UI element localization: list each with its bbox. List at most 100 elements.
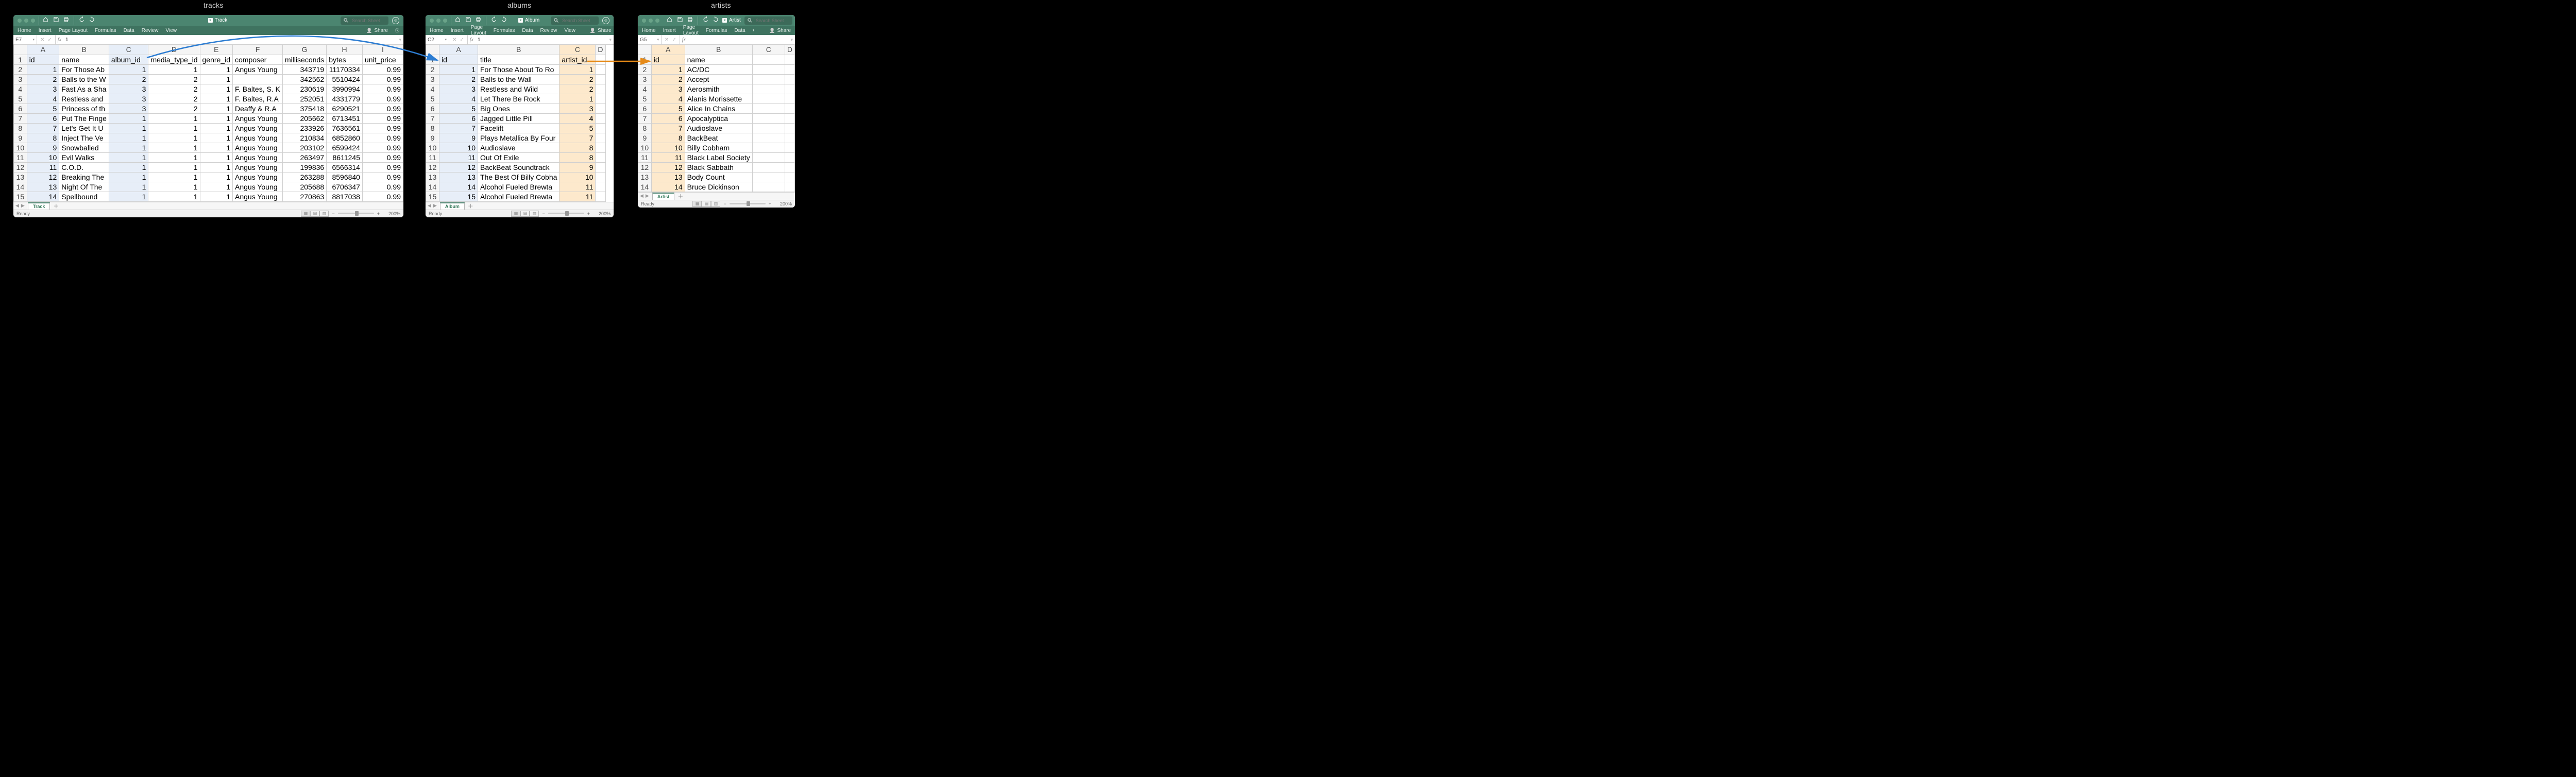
cancel-entry-icon[interactable]: ✕ [40, 37, 44, 43]
cell-C5[interactable]: 3 [109, 94, 148, 103]
cell-C11[interactable]: 1 [109, 152, 148, 162]
cell-A11[interactable]: 10 [27, 152, 59, 162]
cell-header-B[interactable]: name [685, 55, 752, 64]
zoom-in-button[interactable]: + [587, 211, 590, 216]
cell-C14[interactable]: 11 [560, 182, 596, 192]
cell-A5[interactable]: 4 [439, 94, 478, 103]
row-header-7[interactable]: 7 [14, 113, 27, 123]
sheet-tab-active[interactable]: Album [440, 202, 465, 210]
cell-B2[interactable]: AC/DC [685, 64, 752, 74]
close-icon[interactable] [642, 19, 646, 23]
formula-input[interactable]: 1 [476, 37, 607, 43]
window-controls[interactable] [642, 19, 659, 23]
ribbon-tab-view[interactable]: View [165, 28, 177, 33]
cell-I4[interactable]: 0.99 [362, 84, 403, 94]
cell-F3[interactable] [233, 74, 283, 84]
row-header-14[interactable]: 14 [426, 182, 439, 192]
print-icon[interactable] [687, 16, 693, 22]
cell-B4[interactable]: Restless and Wild [478, 84, 560, 94]
row-header-13[interactable]: 13 [638, 172, 652, 182]
prev-sheet-icon[interactable]: ◀ [640, 193, 643, 199]
cell-I15[interactable]: 0.99 [362, 192, 403, 201]
cell-G15[interactable]: 270863 [282, 192, 326, 201]
cell-G9[interactable]: 210834 [282, 133, 326, 143]
cell-E7[interactable]: 1 [200, 113, 233, 123]
save-icon[interactable] [465, 16, 471, 22]
cell-B14[interactable]: Alcohol Fueled Brewta [478, 182, 560, 192]
cell-H7[interactable]: 6713451 [327, 113, 363, 123]
row-header-4[interactable]: 4 [426, 84, 439, 94]
chevron-down-icon[interactable]: ▾ [788, 37, 795, 43]
zoom-in-button[interactable]: + [377, 211, 380, 216]
cell-D10[interactable] [596, 143, 605, 152]
cell-B9[interactable]: Inject The Ve [59, 133, 109, 143]
cell-G7[interactable]: 205662 [282, 113, 326, 123]
close-icon[interactable] [430, 19, 434, 23]
cell-D6[interactable] [785, 103, 794, 113]
cell-D7[interactable]: 1 [148, 113, 200, 123]
cell-G10[interactable]: 203102 [282, 143, 326, 152]
cell-D4[interactable] [785, 84, 794, 94]
cell-C6[interactable] [752, 103, 785, 113]
cell-B8[interactable]: Facelift [478, 123, 560, 133]
cell-header-A[interactable]: id [651, 55, 685, 64]
cell-C11[interactable]: 8 [560, 152, 596, 162]
cell-G11[interactable]: 263497 [282, 152, 326, 162]
col-header-D[interactable]: D [785, 45, 794, 55]
cell-A9[interactable]: 8 [27, 133, 59, 143]
cell-E6[interactable]: 1 [200, 103, 233, 113]
name-box[interactable]: G5▾ [638, 35, 662, 44]
cell-header-A[interactable]: id [27, 55, 59, 64]
cell-H11[interactable]: 8611245 [327, 152, 363, 162]
col-header-A[interactable]: A [27, 45, 59, 55]
row-header-11[interactable]: 11 [638, 152, 652, 162]
redo-icon[interactable] [89, 16, 95, 22]
cell-D2[interactable]: 1 [148, 64, 200, 74]
zoom-in-button[interactable]: + [769, 201, 771, 206]
cell-B15[interactable]: Alcohol Fueled Brewta [478, 192, 560, 201]
row-header-1[interactable]: 1 [638, 55, 652, 64]
cell-header-A[interactable]: id [439, 55, 478, 64]
share-button[interactable]: Share [769, 28, 791, 33]
row-header-2[interactable]: 2 [638, 64, 652, 74]
cell-B5[interactable]: Restless and [59, 94, 109, 103]
col-header-A[interactable]: A [439, 45, 478, 55]
cell-H12[interactable]: 6566314 [327, 162, 363, 172]
row-header-2[interactable]: 2 [426, 64, 439, 74]
cell-B2[interactable]: For Those About To Ro [478, 64, 560, 74]
cell-D8[interactable]: 1 [148, 123, 200, 133]
row-header-9[interactable]: 9 [638, 133, 652, 143]
minimize-icon[interactable] [24, 19, 28, 23]
cell-A10[interactable]: 10 [439, 143, 478, 152]
row-header-15[interactable]: 15 [14, 192, 27, 201]
ribbon-tab-home[interactable]: Home [642, 28, 656, 33]
row-header-11[interactable]: 11 [426, 152, 439, 162]
cell-A3[interactable]: 2 [27, 74, 59, 84]
cell-E10[interactable]: 1 [200, 143, 233, 152]
cell-B15[interactable]: Spellbound [59, 192, 109, 201]
cell-header-B[interactable]: title [478, 55, 560, 64]
cell-header-D[interactable]: media_type_id [148, 55, 200, 64]
row-header-6[interactable]: 6 [14, 103, 27, 113]
cell-D14[interactable] [785, 182, 794, 192]
search-input[interactable] [755, 18, 790, 24]
cell-D8[interactable] [785, 123, 794, 133]
cell-C9[interactable]: 7 [560, 133, 596, 143]
ribbon-tab-review[interactable]: Review [142, 28, 159, 33]
row-header-10[interactable]: 10 [638, 143, 652, 152]
cell-header-I[interactable]: unit_price [362, 55, 403, 64]
cell-D13[interactable] [596, 172, 605, 182]
prev-sheet-icon[interactable]: ◀ [15, 203, 19, 209]
cell-F11[interactable]: Angus Young [233, 152, 283, 162]
row-header-2[interactable]: 2 [14, 64, 27, 74]
col-header-D[interactable]: D [148, 45, 200, 55]
cell-A14[interactable]: 13 [27, 182, 59, 192]
view-page-break[interactable]: ▥ [530, 211, 539, 217]
window-controls[interactable] [18, 19, 35, 23]
cell-C10[interactable] [752, 143, 785, 152]
row-header-3[interactable]: 3 [426, 74, 439, 84]
cell-A12[interactable]: 11 [27, 162, 59, 172]
cell-E9[interactable]: 1 [200, 133, 233, 143]
row-header-8[interactable]: 8 [14, 123, 27, 133]
row-header-10[interactable]: 10 [14, 143, 27, 152]
